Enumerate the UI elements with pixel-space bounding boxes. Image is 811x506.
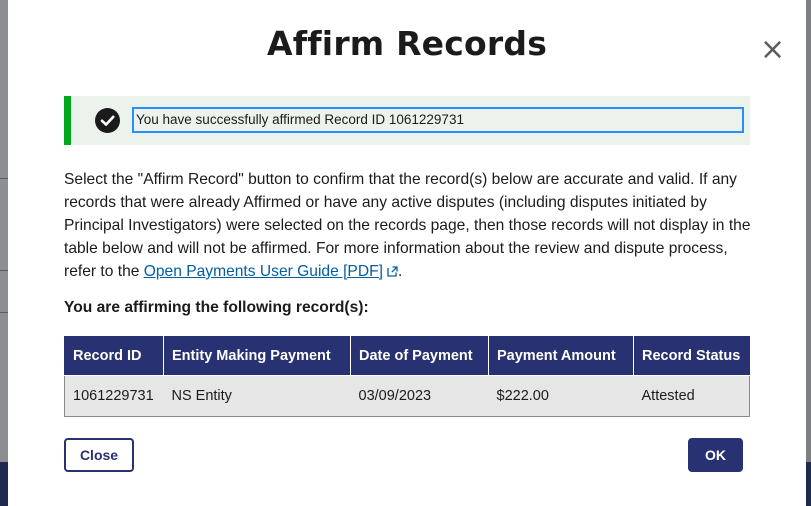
cell-record-id: 1061229731: [64, 375, 164, 417]
close-button[interactable]: Close: [64, 438, 134, 472]
modal-title: Affirm Records: [266, 24, 548, 63]
column-header-date: Date of Payment: [350, 336, 489, 376]
affirming-subheading: You are affirming the following record(s…: [64, 299, 369, 316]
success-alert: You have successfully affirmed Record ID…: [64, 96, 750, 145]
background-divider: [0, 178, 8, 179]
description-text: Select the "Affirm Record" button to con…: [64, 168, 754, 283]
user-guide-link-label: Open Payments User Guide [PDF]: [143, 263, 383, 280]
background-strip: [0, 0, 8, 506]
close-icon[interactable]: ×: [760, 35, 785, 65]
cell-amount: $222.00: [488, 375, 634, 417]
alert-message: You have successfully affirmed Record ID…: [132, 107, 744, 133]
ok-button[interactable]: OK: [688, 438, 743, 472]
description-suffix: .: [397, 263, 403, 280]
cell-status: Attested: [633, 375, 750, 417]
table-row: 1061229731 NS Entity 03/09/2023 $222.00 …: [64, 375, 750, 417]
table-header-row: Record ID Entity Making Payment Date of …: [64, 336, 750, 376]
user-guide-link[interactable]: Open Payments User Guide [PDF]: [144, 263, 398, 280]
column-header-status: Record Status: [633, 336, 750, 376]
background-divider: [0, 312, 8, 313]
external-link-icon: [387, 261, 398, 277]
background-footer: [806, 462, 811, 506]
cell-entity: NS Entity: [163, 375, 351, 417]
background-divider: [0, 270, 8, 271]
check-circle-icon: [95, 108, 120, 133]
affirm-records-modal: Affirm Records × You have successfully a…: [8, 0, 806, 506]
background-footer: [0, 462, 8, 506]
column-header-entity: Entity Making Payment: [163, 336, 351, 376]
records-table: Record ID Entity Making Payment Date of …: [64, 336, 750, 417]
column-header-record-id: Record ID: [64, 336, 164, 376]
cell-date: 03/09/2023: [350, 375, 489, 417]
column-header-amount: Payment Amount: [488, 336, 634, 376]
